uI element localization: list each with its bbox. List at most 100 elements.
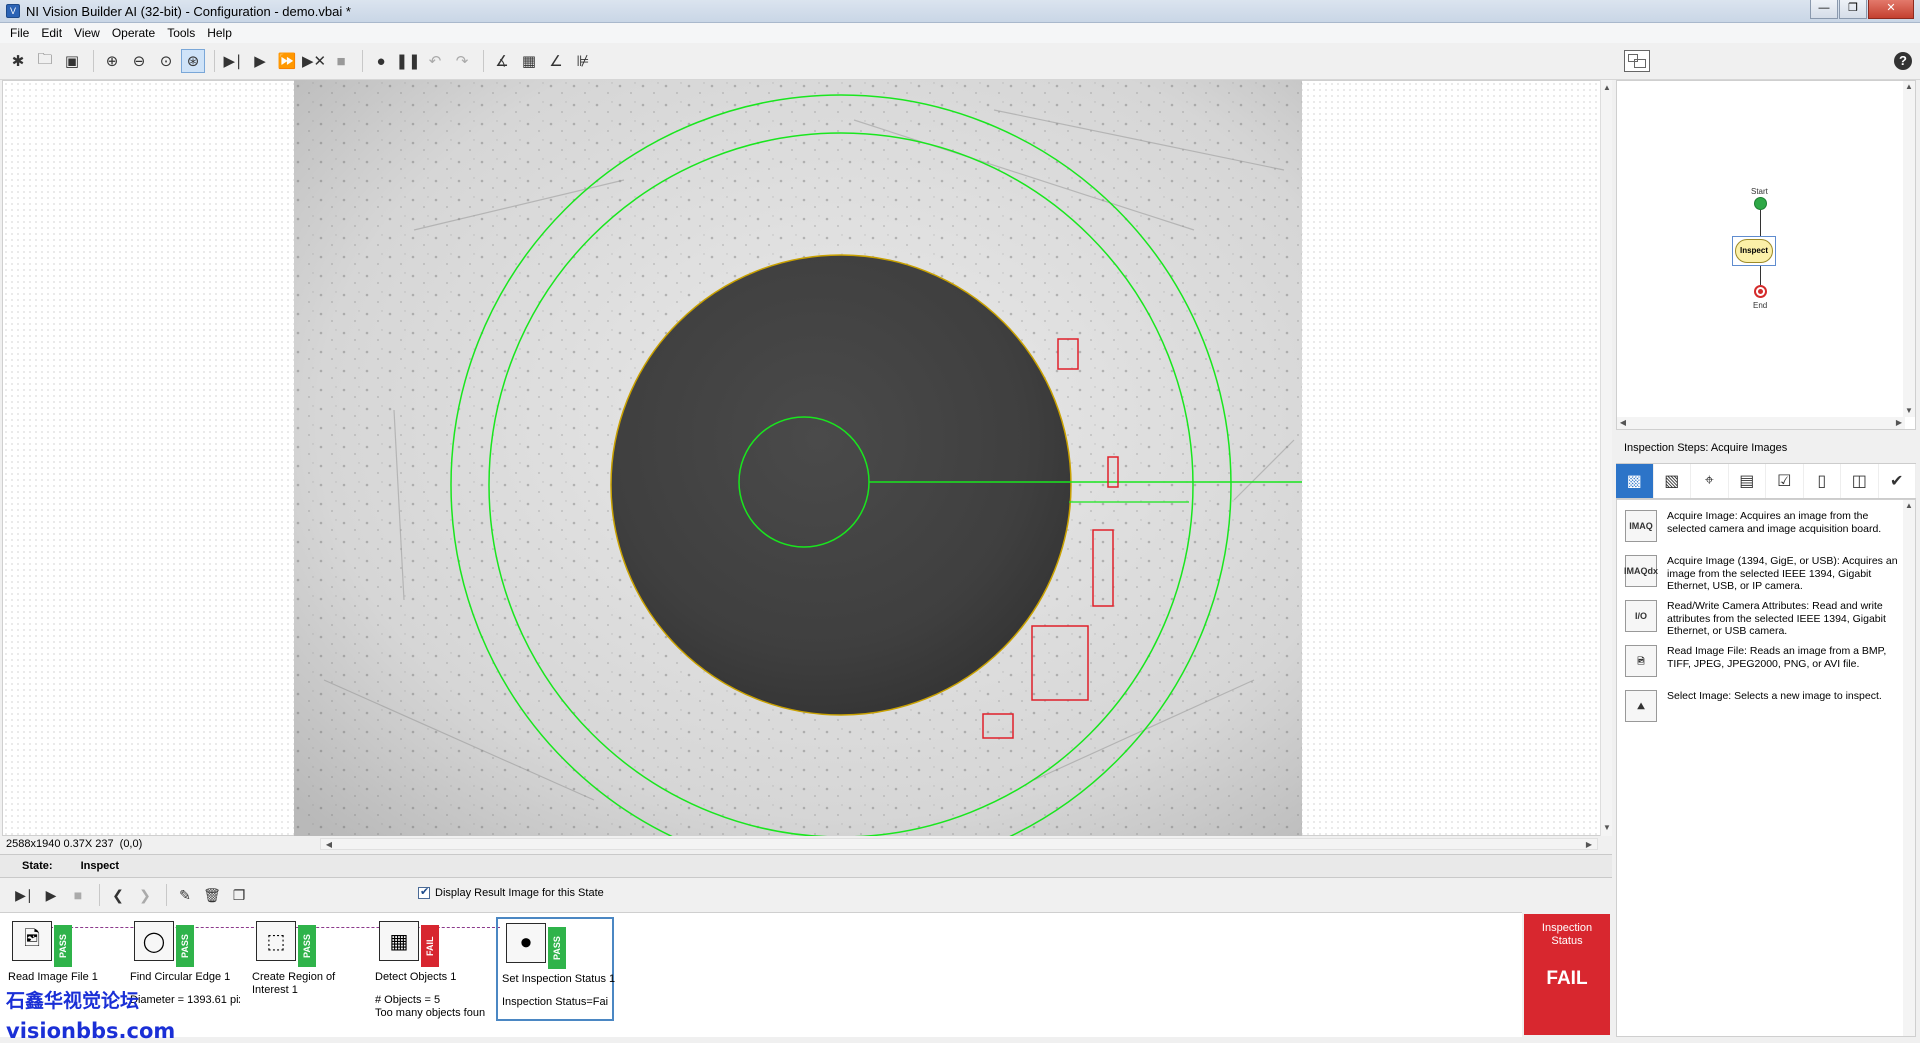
diagram-horizontal-scrollbar[interactable]: ◀ ▶ — [1617, 417, 1905, 429]
palette-item-select-image[interactable]: ⛰ Select Image: Selects a new image to i… — [1625, 690, 1901, 722]
minimize-button[interactable]: — — [1810, 0, 1838, 19]
palette-item-camera-attributes[interactable]: I/O Read/Write Camera Attributes: Read a… — [1625, 600, 1901, 638]
scroll-up-icon[interactable]: ▲ — [1601, 82, 1613, 94]
start-node[interactable] — [1754, 197, 1767, 210]
run-icon[interactable]: ▶ — [248, 49, 272, 73]
run-state-icon[interactable]: ▶ — [39, 884, 63, 906]
menu-tools[interactable]: Tools — [161, 26, 201, 40]
scroll-down-icon[interactable]: ▼ — [1601, 822, 1613, 834]
layout-icon[interactable] — [1624, 50, 1650, 72]
pass-badge: PASS — [298, 925, 316, 967]
stop-state-icon[interactable]: ■ — [66, 884, 90, 906]
pause-icon[interactable]: ❚❚ — [395, 49, 420, 73]
new-icon[interactable]: ✱ — [6, 49, 30, 73]
identify-parts-category-icon[interactable]: ▯ — [1804, 464, 1841, 498]
communicate-category-icon[interactable]: ◫ — [1841, 464, 1879, 498]
toolbar-separator — [214, 50, 215, 72]
step-create-roi[interactable]: ⬚ PASS Create Region of Interest 1 — [248, 917, 366, 1021]
overlay-icon[interactable]: ∠ — [544, 49, 568, 73]
toolbar-separator — [166, 884, 167, 906]
scroll-left-icon[interactable]: ◀ — [323, 839, 335, 851]
close-button[interactable]: ✕ — [1868, 0, 1914, 19]
menu-operate[interactable]: Operate — [106, 26, 161, 40]
run-once-icon[interactable]: ▶∣ — [221, 49, 245, 73]
inspection-status-value: FAIL — [1546, 968, 1588, 989]
menu-view[interactable]: View — [68, 26, 106, 40]
scroll-right-icon[interactable]: ▶ — [1893, 417, 1905, 429]
state-diagram-panel[interactable]: Start Inspect End ▲ ▼ ◀ ▶ — [1616, 80, 1916, 430]
watermark-url: visionbbs.com — [6, 1019, 176, 1043]
palette-item-text: Acquire Image (1394, GigE, or USB): Acqu… — [1667, 555, 1898, 592]
step-result-line2: Too many objects found — [375, 1007, 485, 1019]
image-icon[interactable]: ▦ — [517, 49, 541, 73]
measure-icon[interactable]: ∡ — [490, 49, 514, 73]
breakpoint-icon[interactable]: ● — [369, 49, 393, 73]
help-icon[interactable]: ? — [1894, 52, 1912, 70]
menu-file[interactable]: File — [4, 26, 35, 40]
delete-step-icon[interactable]: 🗑 — [200, 884, 224, 906]
move-left-icon[interactable]: ❮ — [106, 884, 130, 906]
inspection-status-panel: Inspection Status FAIL — [1524, 914, 1610, 1035]
check-presence-category-icon[interactable]: ☑ — [1766, 464, 1804, 498]
menu-help[interactable]: Help — [201, 26, 238, 40]
zoom-in-icon[interactable]: ⊕ — [100, 49, 124, 73]
open-folder-icon[interactable]: 🗀 — [33, 49, 57, 73]
maximize-button[interactable]: ❐ — [1839, 0, 1867, 19]
watermark-cn: 石鑫华视觉论坛 — [6, 990, 140, 1012]
calibrate-icon[interactable]: ⊯ — [571, 49, 595, 73]
edit-step-icon[interactable]: ✎ — [173, 884, 197, 906]
read-image-file-icon: 🖻 — [1625, 645, 1657, 677]
imaqdx-camera-icon: IMAQdx — [1624, 555, 1658, 587]
palette-item-acquire-image-imaqdx[interactable]: IMAQdx Acquire Image (1394, GigE, or USB… — [1624, 555, 1901, 593]
palette-item-text: Read/Write Camera Attributes: Read and w… — [1667, 600, 1886, 637]
scroll-up-icon[interactable]: ▲ — [1903, 81, 1915, 93]
enhance-images-category-icon[interactable]: ▧ — [1654, 464, 1691, 498]
scroll-up-icon[interactable]: ▲ — [1903, 500, 1915, 512]
step-icon-frame: ▦ FAIL — [375, 921, 439, 967]
scroll-down-icon[interactable]: ▼ — [1903, 405, 1915, 417]
step-detect-objects[interactable]: ▦ FAIL Detect Objects 1 # Objects = 5 To… — [371, 917, 489, 1021]
display-result-option[interactable]: Display Result Image for this State — [418, 885, 604, 899]
diagram-vertical-scrollbar[interactable]: ▲ ▼ — [1903, 81, 1915, 417]
move-right-icon[interactable]: ❯ — [133, 884, 157, 906]
pass-badge: PASS — [548, 927, 566, 969]
stop-icon[interactable]: ■ — [329, 49, 353, 73]
palette-vertical-scrollbar[interactable]: ▲ — [1903, 500, 1915, 1036]
inspection-status-title-2: Status — [1551, 935, 1583, 947]
inspect-node-label: Inspect — [1735, 239, 1773, 263]
acquire-images-category-icon[interactable]: ▩ — [1616, 464, 1654, 498]
inspection-image[interactable] — [294, 80, 1302, 876]
palette-item-read-image-file[interactable]: 🖻 Read Image File: Reads an image from a… — [1625, 645, 1901, 677]
run-state-once-icon[interactable]: ▶∣ — [12, 884, 36, 906]
viewer-horizontal-scrollbar[interactable]: ◀ ▶ — [320, 838, 1598, 850]
end-node[interactable] — [1754, 285, 1767, 298]
display-result-checkbox[interactable] — [418, 885, 430, 899]
step-icon[interactable]: ▶✕ — [302, 49, 326, 73]
step-icon-frame: ◯ PASS — [130, 921, 194, 967]
menu-edit[interactable]: Edit — [35, 26, 68, 40]
measure-features-category-icon[interactable]: ▤ — [1729, 464, 1766, 498]
watermark: 石鑫华视觉论坛 visionbbs.com — [6, 986, 175, 1043]
zoom-out-icon[interactable]: ⊖ — [127, 49, 151, 73]
run-continuous-icon[interactable]: ⏩ — [275, 49, 299, 73]
right-toolbar: ? — [1612, 43, 1920, 80]
zoom-1to1-icon[interactable]: ⊙ — [154, 49, 178, 73]
inspection-steps-strip: 🖻 PASS Read Image File 1 ◯ PASS Find Cir… — [0, 912, 1522, 1037]
redo-icon[interactable]: ↷ — [450, 49, 474, 73]
palette-item-acquire-image[interactable]: IMAQ Acquire Image: Acquires an image fr… — [1625, 510, 1901, 542]
state-bar: State: Inspect — [0, 854, 1612, 878]
display-result-label: Display Result Image for this State — [435, 887, 604, 899]
undo-icon[interactable]: ↶ — [423, 49, 447, 73]
scroll-right-icon[interactable]: ▶ — [1583, 839, 1595, 851]
locate-features-category-icon[interactable]: ⌖ — [1691, 464, 1729, 498]
save-icon[interactable]: ▣ — [60, 49, 84, 73]
inspect-node[interactable]: Inspect — [1732, 236, 1776, 266]
detect-objects-icon: ▦ — [379, 921, 419, 961]
step-set-inspection-status[interactable]: ⚫ PASS Set Inspection Status 1 Inspectio… — [496, 917, 615, 1021]
use-additional-tools-category-icon[interactable]: ✔ — [1879, 464, 1916, 498]
scroll-left-icon[interactable]: ◀ — [1617, 417, 1629, 429]
step-name-line2: Interest 1 — [252, 984, 298, 996]
zoom-to-fit-icon[interactable]: ⊛ — [181, 49, 205, 73]
copy-step-icon[interactable]: ❐ — [227, 884, 251, 906]
viewer-vertical-scrollbar[interactable]: ▲ ▼ — [1600, 80, 1612, 836]
